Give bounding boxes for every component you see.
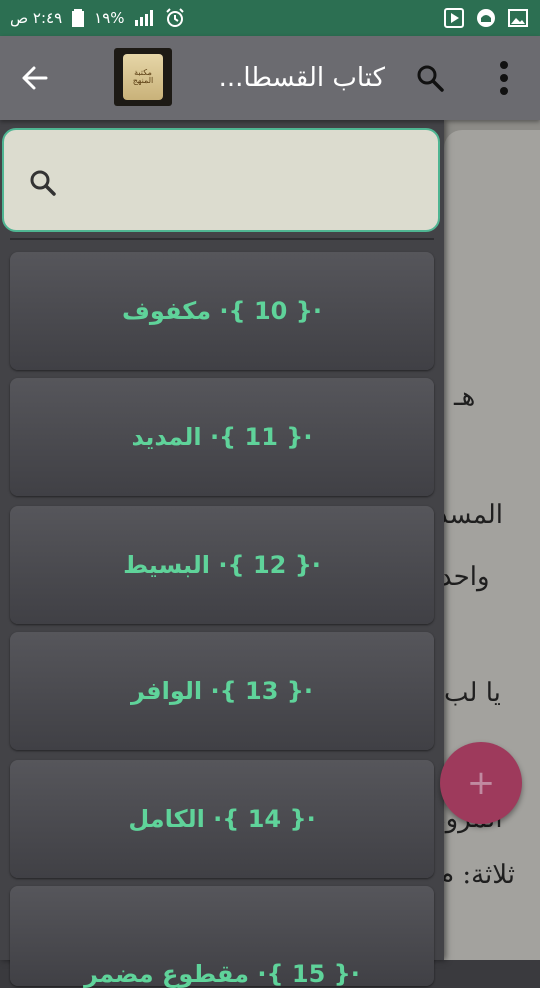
list-item[interactable]: ·{ 15 }· مقطوع مضمر — [10, 886, 434, 988]
list-item[interactable]: ·{ 11 }· المديد — [10, 378, 434, 496]
search-icon — [30, 170, 56, 196]
list-item-label: ·{ 11 }· المديد — [131, 423, 313, 451]
search-button[interactable] — [410, 60, 450, 96]
more-options-button[interactable] — [486, 58, 522, 98]
search-icon — [417, 65, 444, 92]
plus-icon: + — [466, 763, 496, 803]
status-left-group: ٢:٤٩ ص ١٩% — [10, 0, 185, 36]
battery-percent: ١٩% — [94, 9, 125, 27]
list-item[interactable]: ·{ 10 }· مكفوف — [10, 252, 434, 370]
drawer-search-input[interactable] — [74, 154, 428, 212]
list-item-label: ·{ 10 }· مكفوف — [122, 297, 322, 325]
page-title: كتاب القسطا... — [218, 63, 385, 93]
content-line: هـ — [454, 382, 476, 412]
play-store-icon — [444, 8, 464, 28]
status-time: ٢:٤٩ ص — [10, 9, 63, 27]
book-cover-text: مكتبة المنهج — [123, 54, 163, 100]
list-item-label: ·{ 12 }· البسيط — [123, 551, 321, 579]
back-button[interactable] — [14, 60, 54, 96]
list-item[interactable]: ·{ 14 }· الكامل — [10, 760, 434, 878]
app-bar: مكتبة المنهج كتاب القسطا... — [0, 36, 540, 120]
more-vert-icon — [500, 61, 508, 95]
image-icon — [508, 9, 528, 27]
list-item-label: ·{ 13 }· الوافر — [130, 677, 314, 705]
content-line: واحد — [444, 562, 490, 592]
drawer-search-box[interactable] — [2, 128, 440, 232]
add-fab-button[interactable]: + — [440, 742, 522, 824]
list-item-label: ·{ 15 }· مقطوع مضمر — [84, 960, 360, 988]
divider — [10, 238, 434, 240]
list-item[interactable]: ·{ 13 }· الوافر — [10, 632, 434, 750]
signal-icon — [134, 10, 155, 26]
battery-icon — [72, 9, 85, 27]
navigation-drawer: ·{ 10 }· مكفوف ·{ 11 }· المديد ·{ 12 }· … — [0, 120, 444, 988]
list-item[interactable]: ·{ 12 }· البسيط — [10, 506, 434, 624]
content-line: المسد — [444, 500, 504, 530]
content-line: يا لب — [444, 678, 501, 708]
content-line: ثلاثة: م — [444, 860, 516, 890]
status-right-group — [444, 0, 528, 36]
alarm-icon — [165, 8, 185, 28]
mosque-app-icon — [476, 8, 496, 28]
book-cover-icon: مكتبة المنهج — [114, 48, 172, 106]
status-bar: ٢:٤٩ ص ١٩% — [0, 0, 540, 36]
content-area: هـ المسد واحد يا لب المرود ثلاثة: م — [444, 120, 540, 960]
list-item-label: ·{ 14 }· الكامل — [128, 805, 316, 833]
arrow-left-icon — [22, 66, 48, 90]
content-paper — [444, 130, 540, 960]
